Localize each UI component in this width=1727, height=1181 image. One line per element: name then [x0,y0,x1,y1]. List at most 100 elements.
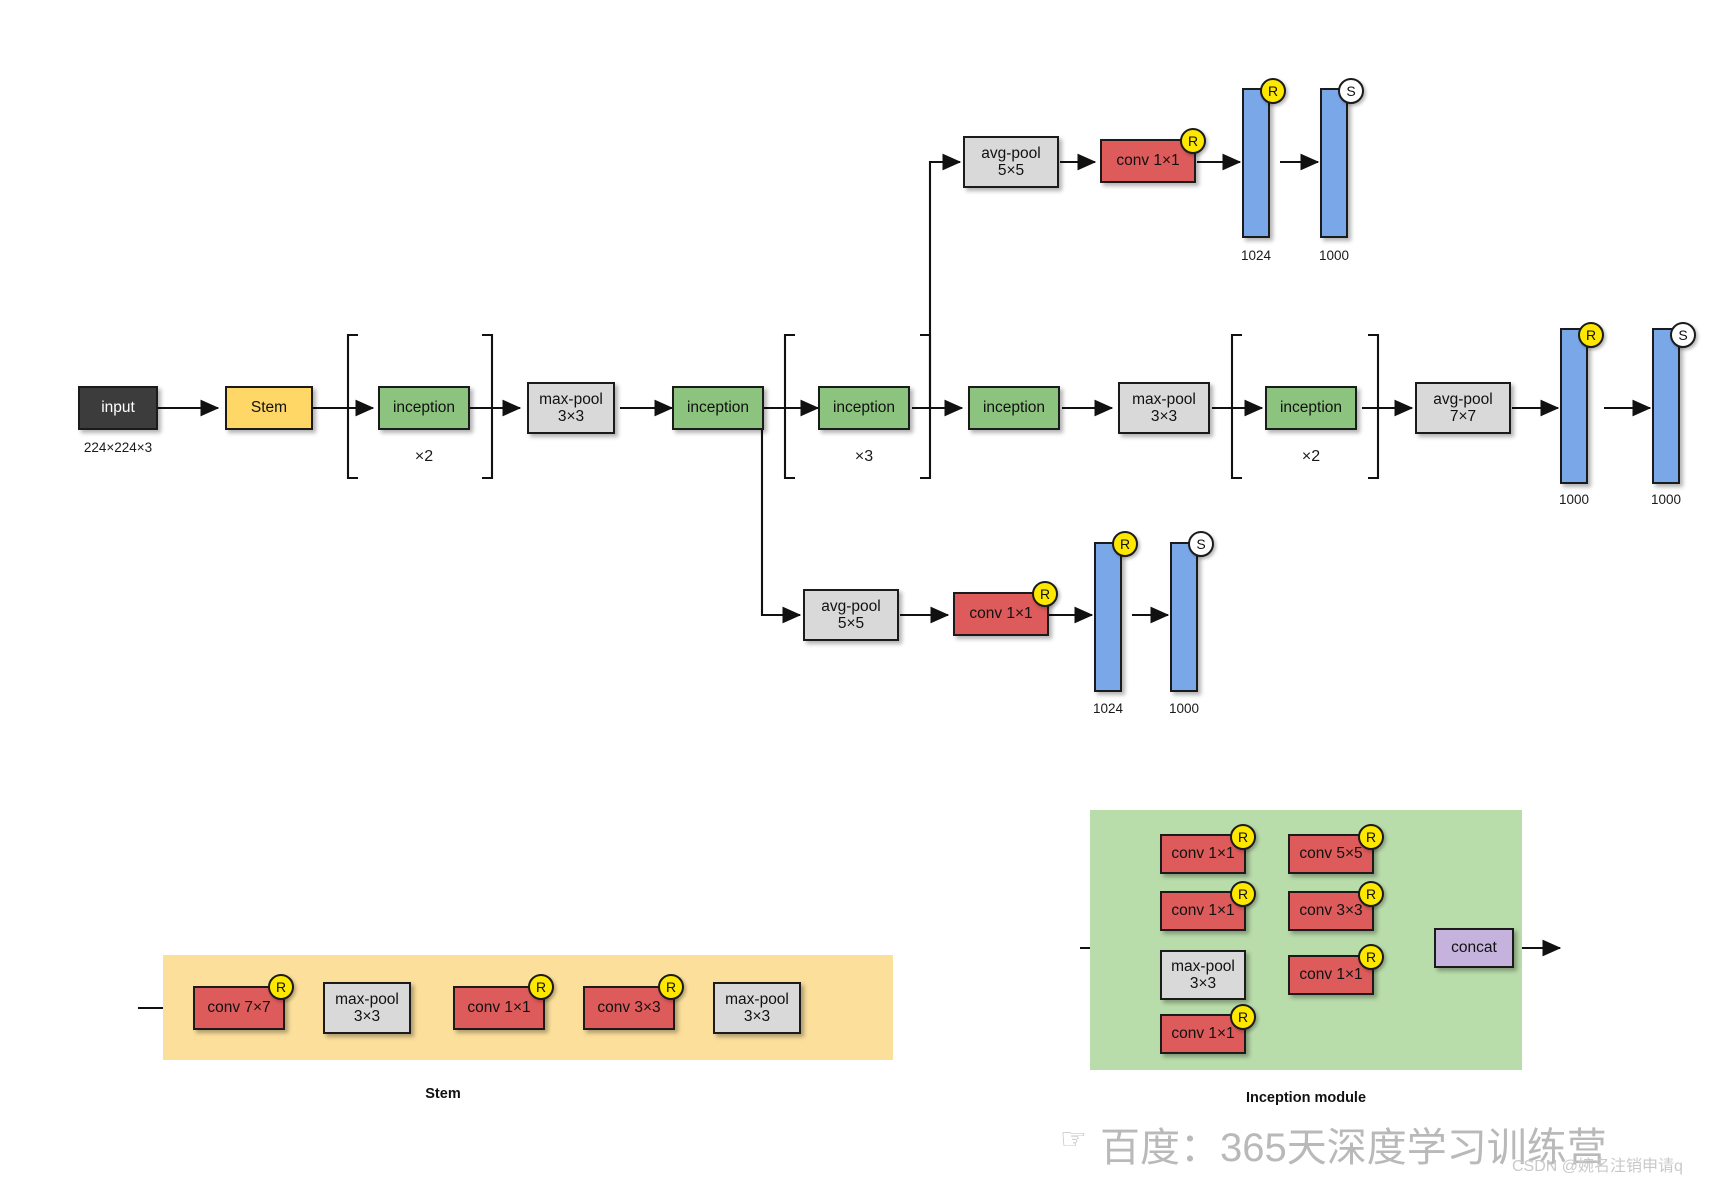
relu-badge-inception-b1-conv1x1-label: R [1237,829,1249,845]
softmax-badge-aux-bottom-label: S [1196,536,1206,552]
caption-aux-top-fc-2: 1000 [1318,248,1350,263]
node-stem[interactable]: Stem [225,386,313,430]
bar-aux-top-fc-2[interactable] [1320,88,1348,238]
relu-badge-stem-conv1x1: R [528,974,554,1000]
caption-input-shape: 224×224×3 [83,440,153,455]
node-aux-bottom-avgpool-line2: 5×5 [837,615,865,632]
inception-module-title: Inception module [1245,1090,1367,1106]
bar-aux-bottom-fc-2[interactable] [1170,542,1198,692]
relu-badge-final-1: R [1578,322,1604,348]
stem-block-conv1x1-label: conv 1×1 [467,999,531,1017]
stem-block-conv7x7-label: conv 7×7 [207,999,271,1017]
node-inception-group-3-label: inception [832,399,896,417]
inception-branch3-maxpool-line2: 3×3 [1189,975,1217,992]
softmax-badge-aux-top: S [1338,78,1364,104]
relu-badge-aux-top-fc: R [1260,78,1286,104]
diagram-canvas: input 224×224×3 Stem inception ×2 max-po… [0,0,1727,1181]
stem-block-maxpool-1[interactable]: max-pool 3×3 [323,982,411,1034]
relu-badge-aux-top-conv: R [1180,128,1206,154]
relu-badge-aux-top-fc-label: R [1267,83,1279,99]
node-inception-group-1-label: inception [392,399,456,417]
node-aux-top-conv-label: conv 1×1 [1116,152,1180,170]
node-inception-group-5-label: inception [1279,399,1343,417]
relu-badge-inception-b2-conv1x1-label: R [1237,886,1249,902]
relu-badge-inception-b2-conv1x1: R [1230,881,1256,907]
node-avgpool-final[interactable]: avg-pool 7×7 [1415,382,1511,434]
node-input-label: input [101,399,135,417]
relu-badge-stem-conv1x1-label: R [535,979,547,995]
relu-badge-inception-b1-conv5x5-label: R [1365,829,1377,845]
relu-badge-inception-b1-conv5x5: R [1358,824,1384,850]
inception-branch3-conv1x1-label: conv 1×1 [1299,966,1363,984]
node-aux-top-avgpool[interactable]: avg-pool 5×5 [963,136,1059,188]
caption-aux-bottom-fc-2: 1000 [1168,701,1200,716]
relu-badge-inception-b3-conv1x1-label: R [1365,949,1377,965]
stem-block-maxpool-2-line2: 3×3 [743,1008,771,1025]
node-inception-4[interactable]: inception [968,386,1060,430]
node-aux-bottom-avgpool-line1: avg-pool [821,597,881,615]
node-inception-group-3[interactable]: inception [818,386,910,430]
relu-badge-stem-conv7x7: R [268,974,294,1000]
inception-branch1-conv5x5-label: conv 5×5 [1299,845,1363,863]
node-inception-group-5[interactable]: inception [1265,386,1357,430]
node-aux-top-avgpool-line1: avg-pool [981,144,1041,162]
inception-branch3-maxpool[interactable]: max-pool 3×3 [1160,950,1246,1000]
bar-aux-bottom-fc-1[interactable] [1094,542,1122,692]
relu-badge-aux-bottom-conv-label: R [1039,586,1051,602]
node-inception-2-label: inception [686,399,750,417]
caption-fc-final-1: 1000 [1558,492,1590,507]
relu-badge-inception-b1-conv1x1: R [1230,824,1256,850]
repeat-label-group-3: ×3 [854,448,874,465]
inception-concat-label: concat [1451,939,1497,957]
node-maxpool-1[interactable]: max-pool 3×3 [527,382,615,434]
inception-branch1-conv1x1-label: conv 1×1 [1171,845,1235,863]
node-inception-group-1[interactable]: inception [378,386,470,430]
node-stem-label: Stem [250,399,288,417]
node-aux-bottom-avgpool[interactable]: avg-pool 5×5 [803,589,899,641]
relu-badge-stem-conv3x3-label: R [665,979,677,995]
node-maxpool-2[interactable]: max-pool 3×3 [1118,382,1210,434]
node-maxpool-1-line1: max-pool [539,390,603,408]
pointing-hand-icon: ☞ [1060,1123,1087,1156]
repeat-label-group-5: ×2 [1301,448,1321,465]
softmax-badge-aux-bottom: S [1188,531,1214,557]
node-maxpool-1-line2: 3×3 [557,408,585,425]
softmax-badge-final: S [1670,322,1696,348]
node-aux-top-avgpool-line2: 5×5 [997,162,1025,179]
inception-branch2-conv1x1-label: conv 1×1 [1171,902,1235,920]
stem-block-maxpool-2-line1: max-pool [725,990,789,1008]
caption-aux-bottom-fc-1: 1024 [1092,701,1124,716]
stem-block-conv3x3-label: conv 3×3 [597,999,661,1017]
relu-badge-inception-b4-conv1x1-label: R [1237,1009,1249,1025]
node-inception-2[interactable]: inception [672,386,764,430]
node-avgpool-final-line1: avg-pool [1433,390,1493,408]
relu-badge-inception-b3-conv1x1: R [1358,944,1384,970]
inception-concat[interactable]: concat [1434,928,1514,968]
relu-badge-inception-b2-conv3x3-label: R [1365,886,1377,902]
stem-block-maxpool-1-line2: 3×3 [353,1008,381,1025]
relu-badge-aux-bottom-fc-label: R [1119,536,1131,552]
node-aux-bottom-conv-label: conv 1×1 [969,605,1033,623]
relu-badge-final-1-label: R [1585,327,1597,343]
relu-badge-stem-conv7x7-label: R [275,979,287,995]
caption-fc-final-2: 1000 [1650,492,1682,507]
bar-fc-final-2[interactable] [1652,328,1680,484]
stem-block-maxpool-2[interactable]: max-pool 3×3 [713,982,801,1034]
softmax-badge-final-label: S [1678,327,1688,343]
softmax-badge-aux-top-label: S [1346,83,1356,99]
node-inception-4-label: inception [982,399,1046,417]
node-maxpool-2-line2: 3×3 [1150,408,1178,425]
relu-badge-aux-top-conv-label: R [1187,133,1199,149]
inception-branch3-maxpool-line1: max-pool [1171,957,1235,975]
relu-badge-inception-b2-conv3x3: R [1358,881,1384,907]
bar-aux-top-fc-1[interactable] [1242,88,1270,238]
stem-block-maxpool-1-line1: max-pool [335,990,399,1008]
bar-fc-final-1[interactable] [1560,328,1588,484]
caption-aux-top-fc-1: 1024 [1240,248,1272,263]
node-maxpool-2-line1: max-pool [1132,390,1196,408]
relu-badge-aux-bottom-conv: R [1032,581,1058,607]
relu-badge-aux-bottom-fc: R [1112,531,1138,557]
node-input[interactable]: input [78,386,158,430]
node-avgpool-final-line2: 7×7 [1449,408,1477,425]
watermark-sub: CSDN @婉名注销申请q [1512,1158,1683,1175]
